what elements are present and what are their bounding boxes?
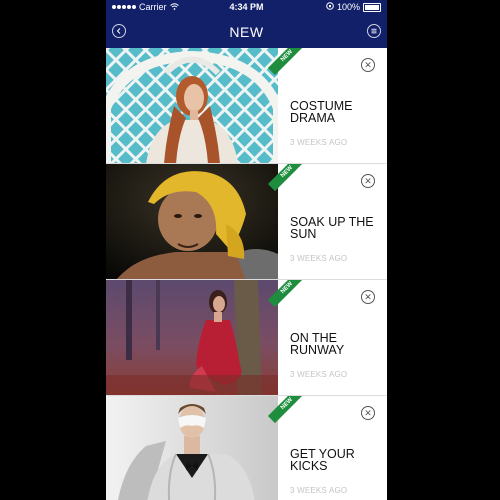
- article-card[interactable]: NEW ✕ COSTUME DRAMA 3 WEEKS AGO: [106, 48, 387, 164]
- article-info: NEW ✕ COSTUME DRAMA 3 WEEKS AGO: [267, 48, 387, 163]
- orientation-lock-icon: [326, 2, 334, 12]
- article-photo: [106, 48, 278, 163]
- article-card[interactable]: NEW ✕ ON THE RUNWAY 3 WEEKS AGO: [106, 280, 387, 396]
- article-title[interactable]: GET YOUR KICKS: [290, 448, 382, 473]
- article-age: 3 WEEKS AGO: [290, 370, 348, 379]
- status-right: 100%: [326, 2, 381, 12]
- page-title: NEW: [229, 24, 264, 40]
- article-info: NEW ✕ ON THE RUNWAY 3 WEEKS AGO: [267, 280, 387, 395]
- close-icon[interactable]: ✕: [361, 174, 375, 188]
- article-photo: [106, 280, 278, 395]
- article-title[interactable]: COSTUME DRAMA: [290, 100, 382, 125]
- status-bar: Carrier 4:34 PM 100%: [106, 0, 387, 15]
- phone-screen: Carrier 4:34 PM 100% NEW NEW ✕ COSTUME D…: [106, 0, 387, 500]
- article-card[interactable]: NEW ✕ SOAK UP THE SUN 3 WEEKS AGO: [106, 164, 387, 280]
- nav-bar: NEW: [106, 15, 387, 48]
- article-photo: [106, 164, 278, 279]
- article-title[interactable]: ON THE RUNWAY: [290, 332, 382, 357]
- article-age: 3 WEEKS AGO: [290, 254, 348, 263]
- article-info: NEW ✕ GET YOUR KICKS 3 WEEKS AGO: [267, 396, 387, 500]
- battery-percent: 100%: [336, 2, 360, 12]
- close-icon[interactable]: ✕: [361, 290, 375, 304]
- menu-icon[interactable]: [367, 24, 381, 38]
- close-icon[interactable]: ✕: [361, 406, 375, 420]
- article-title[interactable]: SOAK UP THE SUN: [290, 216, 382, 241]
- close-icon[interactable]: ✕: [361, 58, 375, 72]
- article-card[interactable]: NEW ✕ GET YOUR KICKS 3 WEEKS AGO: [106, 396, 387, 500]
- article-photo: [106, 396, 278, 500]
- article-age: 3 WEEKS AGO: [290, 138, 348, 147]
- article-age: 3 WEEKS AGO: [290, 486, 348, 495]
- battery-icon: [363, 2, 381, 12]
- article-info: NEW ✕ SOAK UP THE SUN 3 WEEKS AGO: [267, 164, 387, 279]
